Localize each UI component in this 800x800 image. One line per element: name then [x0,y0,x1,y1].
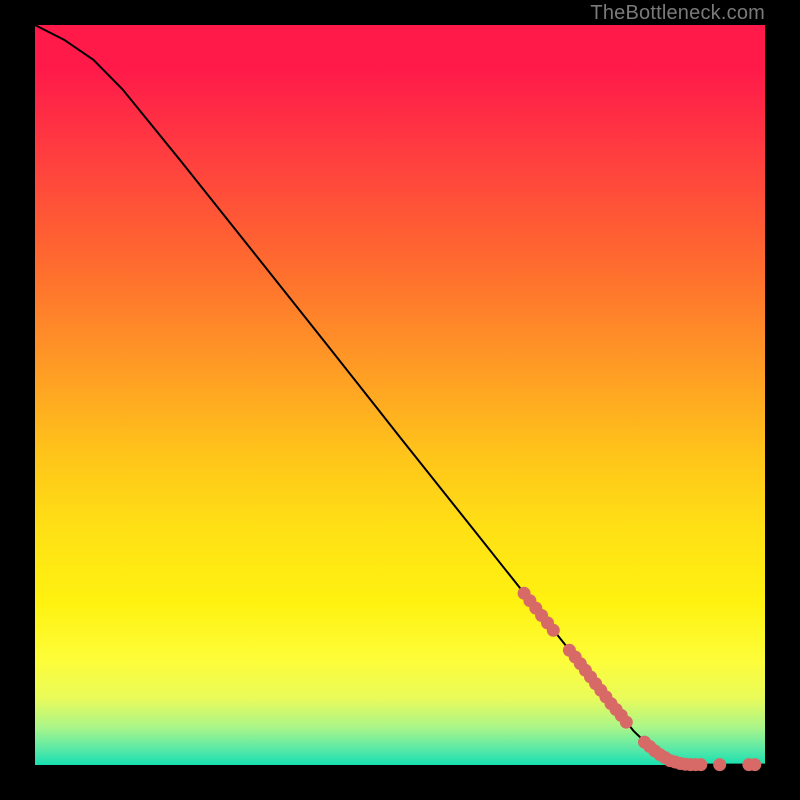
bottleneck-curve [35,25,765,765]
watermark-text: TheBottleneck.com [590,2,765,25]
plot-area [35,25,765,765]
plot-svg [35,25,765,765]
data-point [694,758,707,771]
data-point [748,758,761,771]
data-point [713,758,726,771]
highlighted-points-group [518,587,762,771]
chart-stage: TheBottleneck.com [0,0,800,800]
data-point [547,624,560,637]
data-point [620,716,633,729]
